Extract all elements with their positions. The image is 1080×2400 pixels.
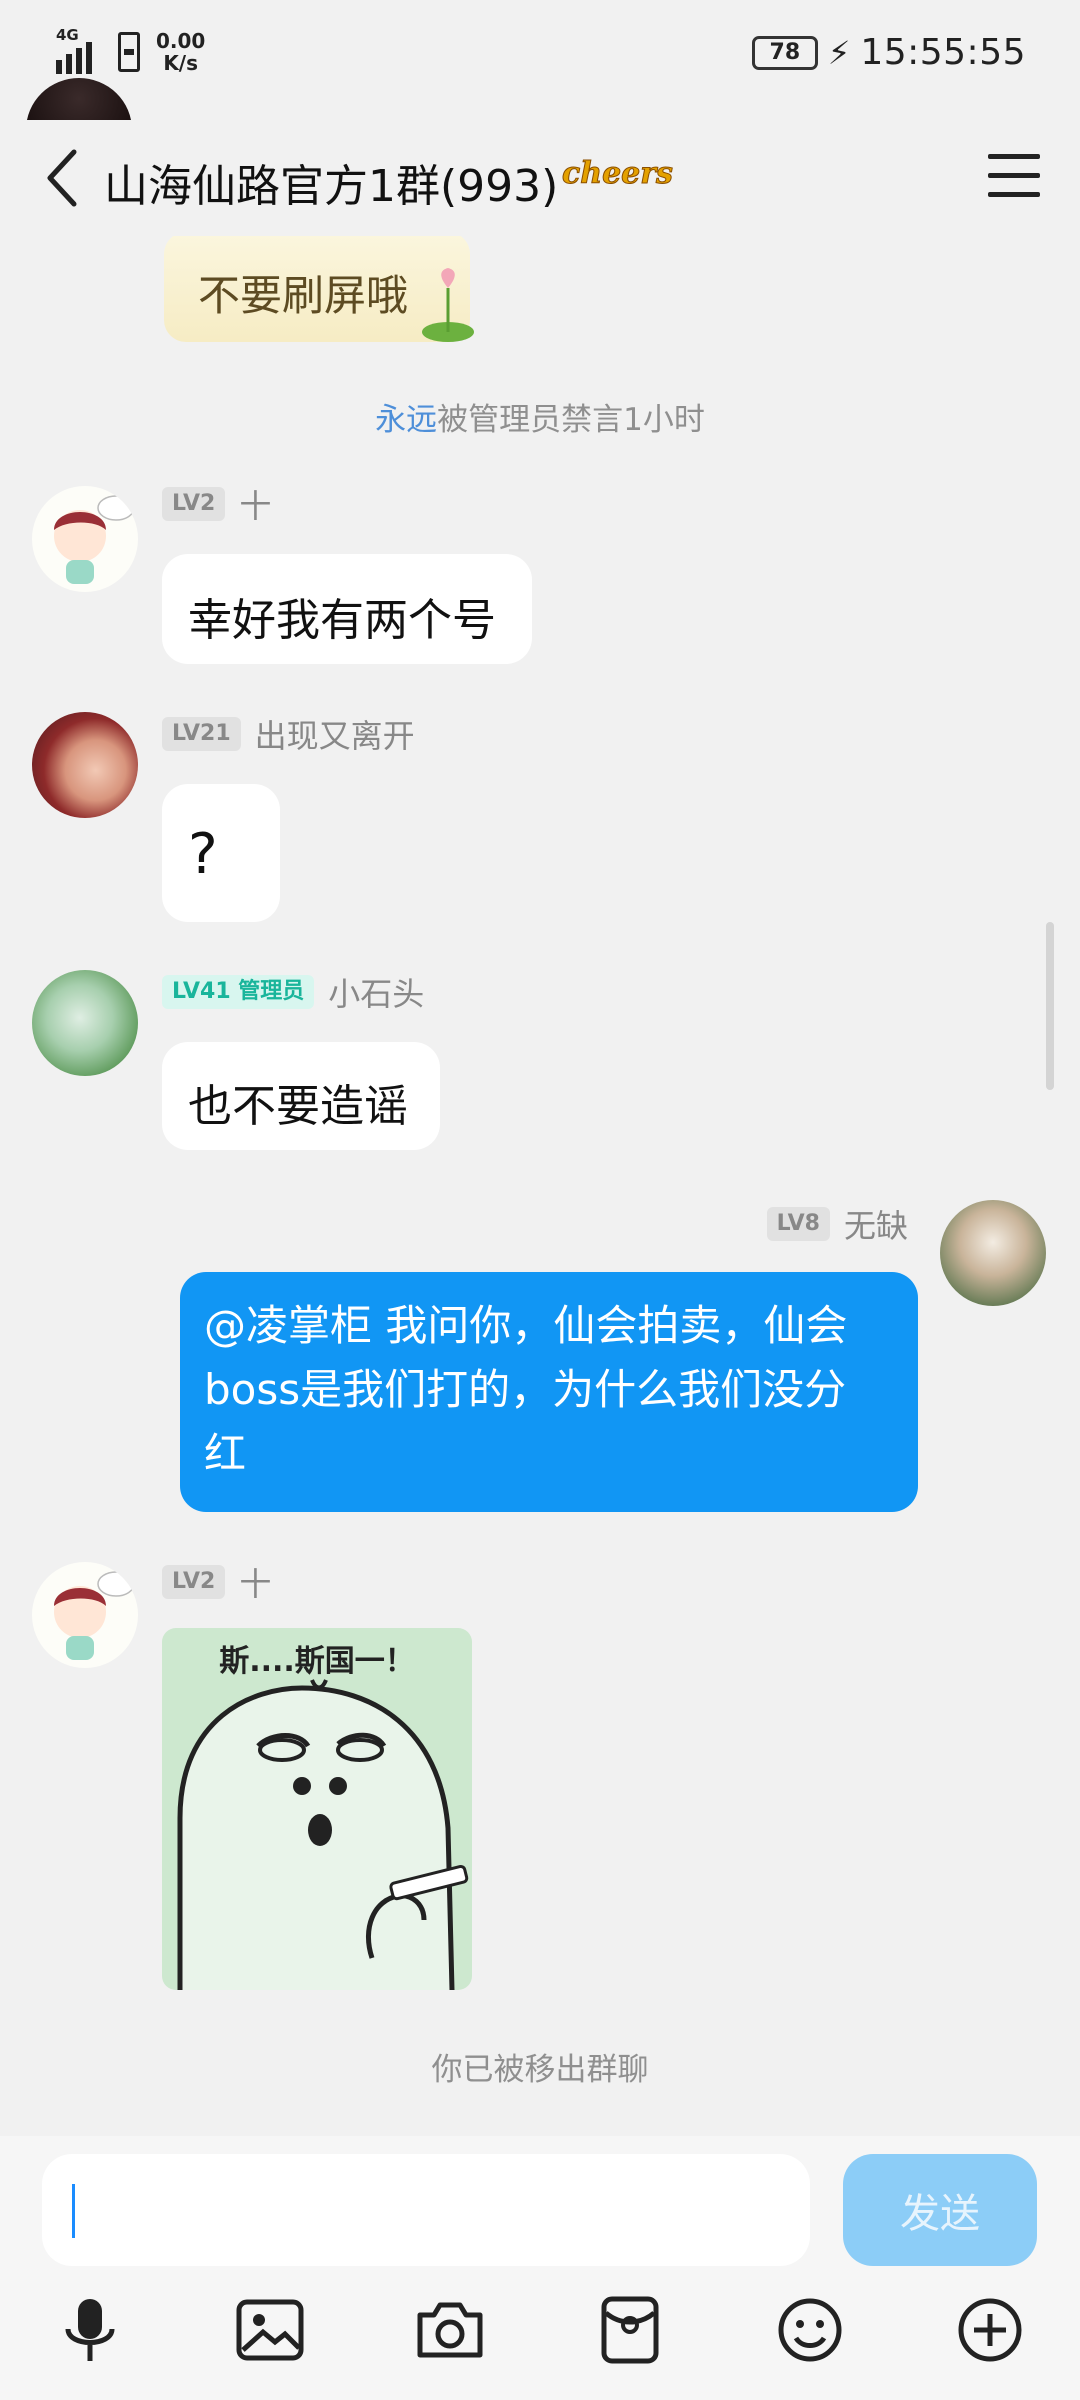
menu-icon[interactable]	[988, 154, 1040, 198]
back-arrow-icon[interactable]	[40, 146, 100, 210]
member-link[interactable]: 永远	[375, 402, 437, 438]
sender-meta: LV2 十	[162, 481, 271, 527]
sticker-figure-icon	[177, 1679, 469, 1990]
sender-name[interactable]: 出现又离开	[255, 711, 415, 757]
sender-name[interactable]: 十	[239, 1559, 271, 1605]
sender-name[interactable]: 十	[239, 481, 271, 527]
emoji-icon[interactable]	[772, 2292, 848, 2368]
clock: 15:55:55	[860, 32, 1026, 73]
sticker-image[interactable]: 斯....斯国一！	[162, 1628, 472, 1990]
message-bubble[interactable]: ?	[162, 784, 280, 922]
status-bar: 4G 0.00 K/s 78 ⚡ 15:55:55	[0, 0, 1080, 100]
level-badge: LV2	[162, 1565, 226, 1599]
own-message-bubble[interactable]: @凌掌柜 我问你，仙会拍卖，仙会boss是我们打的，为什么我们没分红	[180, 1272, 918, 1512]
message-text: 也不要造谣	[188, 1081, 408, 1132]
avatar[interactable]	[32, 970, 138, 1076]
sender-meta: LV2 十	[162, 1559, 271, 1605]
chat-header: 山海仙路官方1群(993) cheers	[0, 120, 1080, 236]
input-bar: 发送	[0, 2136, 1080, 2400]
level-badge: LV2	[162, 487, 226, 521]
scrollbar[interactable]	[1046, 922, 1054, 1090]
avatar[interactable]	[32, 712, 138, 818]
signal-icon: 4G	[56, 26, 104, 74]
message-input[interactable]	[42, 2154, 810, 2266]
message-bubble[interactable]: 也不要造谣	[162, 1042, 440, 1150]
microphone-icon[interactable]	[52, 2292, 128, 2368]
level-badge: LV21	[162, 717, 241, 751]
message-text: 不要刷屏哦	[198, 271, 409, 320]
message-text: 幸好我有两个号	[188, 595, 496, 646]
sender-meta: LV41 管理员 小石头	[162, 969, 424, 1015]
image-icon[interactable]	[232, 2292, 308, 2368]
sender-name[interactable]: 无缺	[844, 1201, 908, 1247]
system-message: 永远被管理员禁言1小时	[375, 402, 705, 438]
text-caret	[72, 2184, 75, 2238]
battery-icon: 78	[751, 35, 818, 70]
chat-title[interactable]: 山海仙路官方1群(993)	[104, 150, 558, 214]
message-text: @凌掌柜 我问你，仙会拍卖，仙会boss是我们打的，为什么我们没分红	[204, 1301, 848, 1478]
network-speed: 0.00 K/s	[156, 29, 206, 75]
cheers-badge-icon: cheers	[562, 156, 674, 192]
own-avatar[interactable]	[940, 1200, 1046, 1306]
avatar[interactable]	[32, 486, 138, 592]
sim-icon	[118, 32, 140, 72]
red-packet-icon[interactable]	[592, 2292, 668, 2368]
sender-meta: LV8 无缺	[766, 1201, 908, 1247]
camera-icon[interactable]	[412, 2292, 488, 2368]
admin-badge: LV41 管理员	[162, 975, 315, 1009]
send-button[interactable]: 发送	[843, 2154, 1037, 2266]
message-bubble[interactable]: 不要刷屏哦	[164, 232, 474, 342]
message-text: ?	[188, 822, 218, 887]
plus-icon[interactable]	[952, 2292, 1028, 2368]
sender-meta: LV21 出现又离开	[162, 711, 415, 757]
input-toolbar	[0, 2292, 1080, 2392]
level-badge: LV8	[766, 1207, 830, 1241]
system-message: 你已被移出群聊	[431, 2052, 649, 2088]
avatar[interactable]	[32, 1562, 138, 1668]
sender-name[interactable]: 小石头	[328, 969, 424, 1015]
message-bubble[interactable]: 幸好我有两个号	[162, 554, 532, 664]
charging-icon: ⚡	[827, 33, 851, 72]
lotus-decoration-icon	[422, 268, 474, 342]
